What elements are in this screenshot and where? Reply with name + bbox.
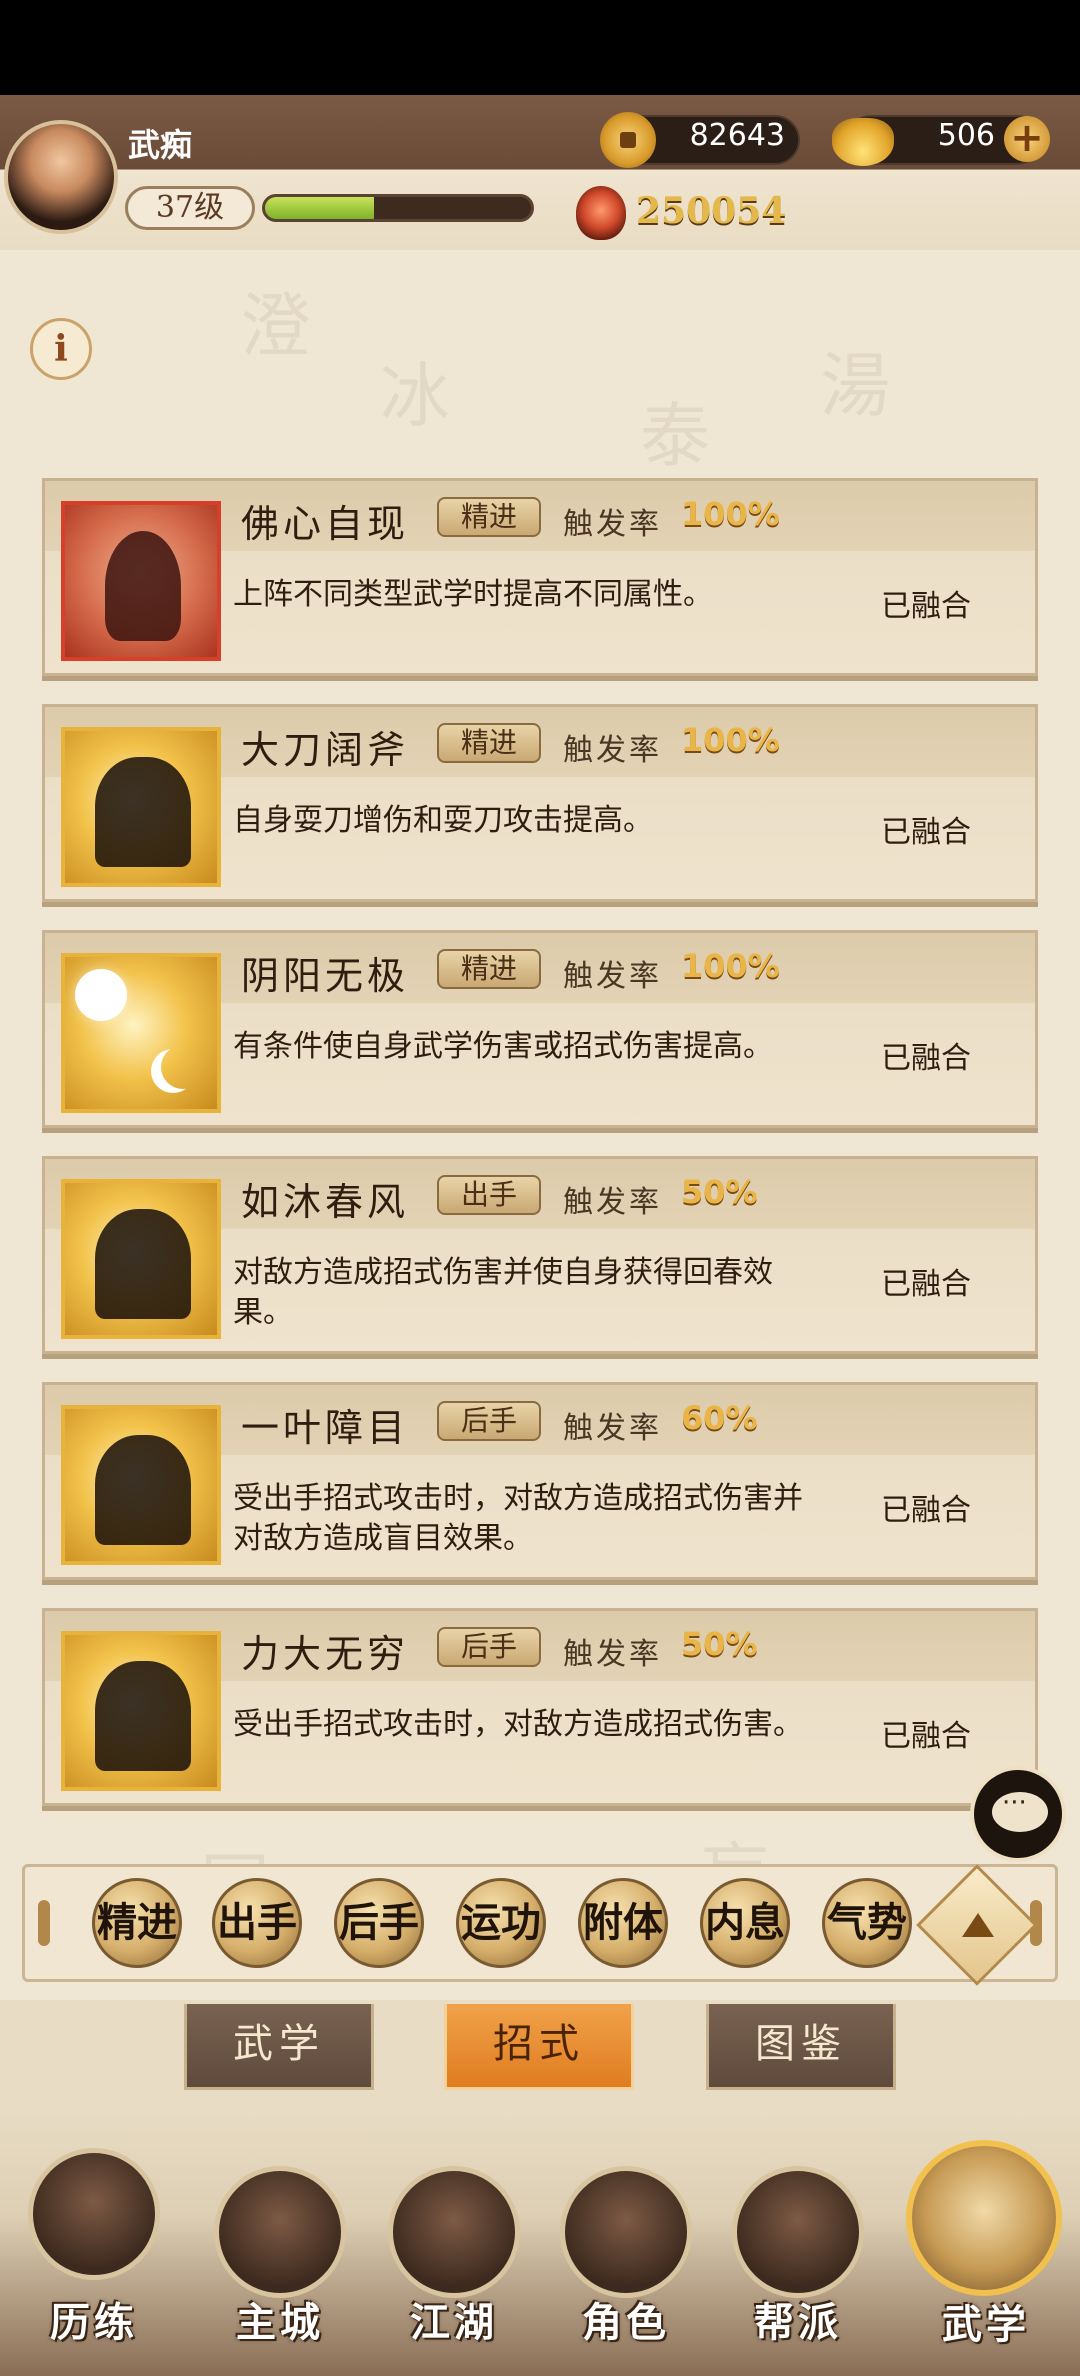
skill-card[interactable]: 阴阳无极 精进 触发率 100% 有条件使自身武学伤害或招式伤害提高。 已融合 <box>42 930 1038 1128</box>
coin-value: 82643 <box>689 118 785 153</box>
skill-description: 对敌方造成招式伤害并使自身获得回春效果。 <box>233 1255 773 1330</box>
palace-gate-icon[interactable] <box>214 2166 346 2298</box>
skill-description: 有条件使自身武学伤害或招式伤害提高。 <box>233 1029 773 1064</box>
exp-bar-fill <box>265 197 375 219</box>
sword-gourd-icon[interactable] <box>388 2166 520 2298</box>
filter-yungong-button[interactable]: 运功 <box>456 1878 546 1968</box>
level-badge: 37级 <box>125 186 255 230</box>
skill-description: 自身耍刀增伤和耍刀攻击提高。 <box>233 803 653 838</box>
skill-description: 上阵不同类型武学时提高不同属性。 <box>233 577 713 612</box>
chat-button[interactable] <box>970 1766 1066 1862</box>
trigger-rate-label: 触发率 <box>563 1637 662 1672</box>
filter-futi-button[interactable]: 附体 <box>578 1878 668 1968</box>
power-value: 250054 <box>636 190 787 232</box>
skill-name: 一叶障目 <box>241 1406 410 1450</box>
filter-bar-end-left <box>38 1900 50 1946</box>
fusion-status: 已融合 <box>881 1267 971 1302</box>
sun-moon-icon <box>61 953 221 1113</box>
trigger-rate-value: 100% <box>681 721 780 759</box>
fusion-status: 已融合 <box>881 1719 971 1754</box>
skill-card[interactable]: 大刀阔斧 精进 触发率 100% 自身耍刀增伤和耍刀攻击提高。 已融合 <box>42 704 1038 902</box>
skill-name: 佛心自现 <box>241 502 410 546</box>
trigger-rate-value: 50% <box>681 1625 758 1663</box>
trigger-rate-label: 触发率 <box>563 959 662 994</box>
chevron-up-icon <box>962 1913 994 1937</box>
meditating-figure-icon <box>61 1179 221 1339</box>
gold-ingot-icon <box>832 118 894 166</box>
skill-type-tag: 精进 <box>437 497 541 537</box>
background-glyph: 澄 <box>240 285 310 367</box>
trigger-rate-label: 触发率 <box>563 507 662 542</box>
background-glyph: 泰 <box>640 395 710 477</box>
praying-hands-icon <box>61 501 221 661</box>
background-glyph: 冰 <box>380 355 450 437</box>
nav-label-wuxue[interactable]: 武学 <box>906 2292 1066 2350</box>
tab-tujian[interactable]: 图鉴 <box>706 2004 896 2090</box>
nav-label-lilian[interactable]: 历练 <box>14 2290 174 2348</box>
skill-name: 阴阳无极 <box>241 954 410 998</box>
trigger-rate-label: 触发率 <box>563 1185 662 1220</box>
filter-jingjin-button[interactable]: 精进 <box>92 1878 182 1968</box>
trigger-rate-value: 100% <box>681 947 780 985</box>
trigger-rate-value: 100% <box>681 495 780 533</box>
martial-scrolls-icon[interactable] <box>906 2140 1062 2296</box>
player-name: 武痴 <box>128 126 193 164</box>
skill-card[interactable]: 如沐春风 出手 触发率 50% 对敌方造成招式伤害并使自身获得回春效果。 已融合 <box>42 1156 1038 1354</box>
fusion-status: 已融合 <box>881 815 971 850</box>
skill-type-tag: 后手 <box>437 1627 541 1667</box>
strongman-icon <box>61 1631 221 1791</box>
skill-description: 受出手招式攻击时，对敌方造成招式伤害并对敌方造成盲目效果。 <box>233 1481 803 1556</box>
nav-label-jianghu[interactable]: 江湖 <box>374 2290 534 2348</box>
ingot-value: 506 <box>937 118 995 153</box>
skill-name: 大刀阔斧 <box>241 728 410 772</box>
exp-bar <box>262 194 534 222</box>
filter-qishi-button[interactable]: 气势 <box>822 1878 912 1968</box>
skill-name: 力大无穷 <box>241 1632 410 1676</box>
coin-icon <box>600 112 656 168</box>
nav-label-zhucheng[interactable]: 主城 <box>200 2290 360 2348</box>
skill-type-tag: 出手 <box>437 1175 541 1215</box>
fusion-status: 已融合 <box>881 1493 971 1528</box>
trigger-rate-label: 触发率 <box>563 1411 662 1446</box>
gang-emblem-icon[interactable] <box>732 2166 864 2298</box>
fusion-status: 已融合 <box>881 1041 971 1076</box>
nav-label-bangpai[interactable]: 帮派 <box>718 2290 878 2348</box>
tab-wuxue[interactable]: 武学 <box>184 2004 374 2090</box>
filter-neixi-button[interactable]: 内息 <box>700 1878 790 1968</box>
skill-description: 受出手招式攻击时，对敌方造成招式伤害。 <box>233 1707 803 1742</box>
add-currency-button[interactable]: + <box>1004 116 1050 162</box>
power-icon <box>576 186 626 240</box>
skill-card[interactable]: 一叶障目 后手 触发率 60% 受出手招式攻击时，对敌方造成招式伤害并对敌方造成… <box>42 1382 1038 1580</box>
fusion-status: 已融合 <box>881 589 971 624</box>
skill-name: 如沐春风 <box>241 1180 410 1224</box>
scroll-sword-icon[interactable] <box>28 2148 160 2280</box>
tab-zhaoshi[interactable]: 招式 <box>444 2004 634 2090</box>
skill-type-tag: 精进 <box>437 723 541 763</box>
nav-label-juese[interactable]: 角色 <box>546 2290 706 2348</box>
status-bar <box>0 0 1080 95</box>
chat-bubble-icon <box>992 1788 1048 1832</box>
trigger-rate-value: 50% <box>681 1173 758 1211</box>
player-avatar[interactable] <box>4 120 118 234</box>
skill-type-tag: 精进 <box>437 949 541 989</box>
filter-houshou-button[interactable]: 后手 <box>334 1878 424 1968</box>
skill-card[interactable]: 佛心自现 精进 触发率 100% 上阵不同类型武学时提高不同属性。 已融合 <box>42 478 1038 676</box>
trigger-rate-label: 触发率 <box>563 733 662 768</box>
background-glyph: 湯 <box>820 345 890 427</box>
trigger-rate-value: 60% <box>681 1399 758 1437</box>
skill-card[interactable]: 力大无穷 后手 触发率 50% 受出手招式攻击时，对敌方造成招式伤害。 已融合 <box>42 1608 1038 1806</box>
straw-hat-hero-icon[interactable] <box>560 2166 692 2298</box>
info-button[interactable]: i <box>30 318 92 380</box>
blindfold-figure-icon <box>61 1405 221 1565</box>
sword-warrior-icon <box>61 727 221 887</box>
filter-chushou-button[interactable]: 出手 <box>212 1878 302 1968</box>
skill-type-tag: 后手 <box>437 1401 541 1441</box>
